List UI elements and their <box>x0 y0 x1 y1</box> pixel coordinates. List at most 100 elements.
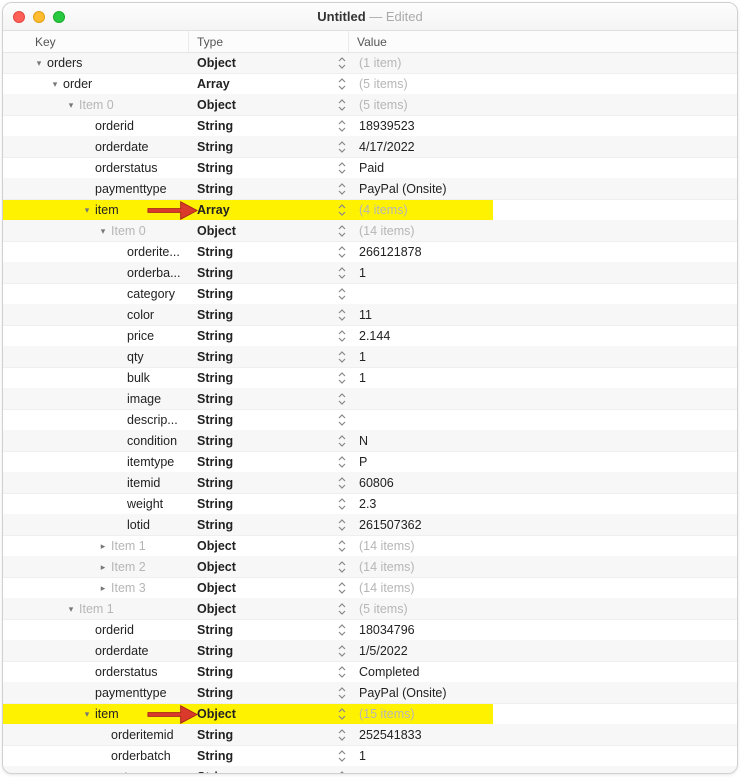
disclosure-down-icon[interactable]: ▾ <box>65 604 77 615</box>
value-cell[interactable]: 252541833 <box>349 728 737 742</box>
type-selector-icon[interactable] <box>335 599 349 619</box>
plist-row[interactable]: lotidString261507362 <box>3 515 737 536</box>
type-selector-icon[interactable] <box>335 410 349 430</box>
key-cell[interactable]: descrip... <box>3 410 189 430</box>
type-selector-icon[interactable] <box>335 389 349 409</box>
plist-row[interactable]: itemtypeStringP <box>3 452 737 473</box>
type-cell[interactable]: String <box>189 746 335 766</box>
key-cell[interactable]: orderbatch <box>3 746 189 766</box>
value-cell[interactable]: 261507362 <box>349 518 737 532</box>
value-cell[interactable]: 1 <box>349 266 737 280</box>
value-cell[interactable]: 18939523 <box>349 119 737 133</box>
plist-row[interactable]: ▾ordersObject(1 item) <box>3 53 737 74</box>
disclosure-down-icon[interactable]: ▾ <box>33 58 45 69</box>
key-cell[interactable]: category <box>3 284 189 304</box>
key-cell[interactable]: orderite... <box>3 242 189 262</box>
key-cell[interactable]: orderdate <box>3 137 189 157</box>
type-cell[interactable]: Object <box>189 536 335 556</box>
key-cell[interactable]: orderba... <box>3 263 189 283</box>
disclosure-down-icon[interactable]: ▾ <box>65 100 77 111</box>
value-cell[interactable]: 2.144 <box>349 329 737 343</box>
plist-row[interactable]: ▸Item 2Object(14 items) <box>3 557 737 578</box>
value-cell[interactable]: (5 items) <box>349 602 737 616</box>
value-cell[interactable]: (1 item) <box>349 56 737 70</box>
plist-row[interactable]: bulkString1 <box>3 368 737 389</box>
plist-row[interactable]: orderbatchString1 <box>3 746 737 767</box>
col-header-type[interactable]: Type <box>189 31 349 52</box>
type-cell[interactable]: String <box>189 326 335 346</box>
type-selector-icon[interactable] <box>335 200 349 220</box>
type-selector-icon[interactable] <box>335 746 349 766</box>
type-selector-icon[interactable] <box>335 158 349 178</box>
type-selector-icon[interactable] <box>335 326 349 346</box>
value-cell[interactable]: 4/17/2022 <box>349 140 737 154</box>
key-cell[interactable]: itemid <box>3 473 189 493</box>
key-cell[interactable]: ▸Item 3 <box>3 578 189 598</box>
value-cell[interactable]: (5 items) <box>349 98 737 112</box>
type-cell[interactable]: Object <box>189 557 335 577</box>
key-cell[interactable]: ▾item <box>3 200 189 220</box>
plist-row[interactable]: colorString11 <box>3 305 737 326</box>
type-cell[interactable]: String <box>189 515 335 535</box>
key-cell[interactable]: category <box>3 767 189 773</box>
type-selector-icon[interactable] <box>335 221 349 241</box>
plist-row[interactable]: orderidString 18034796 <box>3 620 737 641</box>
plist-row[interactable]: orderitemidString252541833 <box>3 725 737 746</box>
plist-row[interactable]: ▾Item 0Object(5 items) <box>3 95 737 116</box>
value-cell[interactable]: 11 <box>349 308 737 322</box>
value-cell[interactable]: (14 items) <box>349 539 737 553</box>
col-header-key[interactable]: Key <box>3 31 189 52</box>
value-cell[interactable]: Paid <box>349 161 737 175</box>
type-cell[interactable]: String <box>189 389 335 409</box>
type-cell[interactable]: String <box>189 620 335 640</box>
key-cell[interactable]: image <box>3 389 189 409</box>
type-cell[interactable]: String <box>189 494 335 514</box>
type-cell[interactable]: String <box>189 137 335 157</box>
disclosure-down-icon[interactable]: ▾ <box>97 226 109 237</box>
value-cell[interactable]: 60806 <box>349 476 737 490</box>
key-cell[interactable]: color <box>3 305 189 325</box>
key-cell[interactable]: orderid <box>3 620 189 640</box>
type-cell[interactable]: String <box>189 179 335 199</box>
key-cell[interactable]: orderstatus <box>3 158 189 178</box>
type-cell[interactable]: String <box>189 473 335 493</box>
plist-row[interactable]: paymenttypeStringPayPal (Onsite) <box>3 179 737 200</box>
type-cell[interactable]: String <box>189 368 335 388</box>
key-cell[interactable]: price <box>3 326 189 346</box>
type-selector-icon[interactable] <box>335 242 349 262</box>
plist-row[interactable]: weightString2.3 <box>3 494 737 515</box>
plist-row[interactable]: paymenttypeStringPayPal (Onsite) <box>3 683 737 704</box>
plist-row[interactable]: ▾Item 0Object(14 items) <box>3 221 737 242</box>
type-selector-icon[interactable] <box>335 494 349 514</box>
plist-row[interactable]: orderite...String266121878 <box>3 242 737 263</box>
type-selector-icon[interactable] <box>335 704 349 724</box>
value-cell[interactable]: 1 <box>349 371 737 385</box>
type-selector-icon[interactable] <box>335 662 349 682</box>
value-cell[interactable]: 18034796 <box>349 623 737 637</box>
plist-row[interactable]: orderstatusStringPaid <box>3 158 737 179</box>
value-cell[interactable]: 1/5/2022 <box>349 644 737 658</box>
type-selector-icon[interactable] <box>335 305 349 325</box>
value-cell[interactable]: Completed <box>349 665 737 679</box>
key-cell[interactable]: ▾Item 1 <box>3 599 189 619</box>
type-selector-icon[interactable] <box>335 725 349 745</box>
type-cell[interactable]: String <box>189 263 335 283</box>
key-cell[interactable]: orderdate <box>3 641 189 661</box>
type-cell[interactable]: Object <box>189 221 335 241</box>
type-selector-icon[interactable] <box>335 452 349 472</box>
type-selector-icon[interactable] <box>335 767 349 773</box>
plist-row[interactable]: orderdateString 4/17/2022 <box>3 137 737 158</box>
type-cell[interactable]: Object <box>189 95 335 115</box>
type-selector-icon[interactable] <box>335 641 349 661</box>
col-header-value[interactable]: Value <box>349 31 737 52</box>
plist-row[interactable]: imageString <box>3 389 737 410</box>
type-cell[interactable]: String <box>189 683 335 703</box>
key-cell[interactable]: ▾orders <box>3 53 189 73</box>
zoom-icon[interactable] <box>53 11 65 23</box>
plist-row[interactable]: priceString 2.144 <box>3 326 737 347</box>
type-selector-icon[interactable] <box>335 53 349 73</box>
type-selector-icon[interactable] <box>335 536 349 556</box>
type-selector-icon[interactable] <box>335 95 349 115</box>
key-cell[interactable]: weight <box>3 494 189 514</box>
key-cell[interactable]: orderid <box>3 116 189 136</box>
